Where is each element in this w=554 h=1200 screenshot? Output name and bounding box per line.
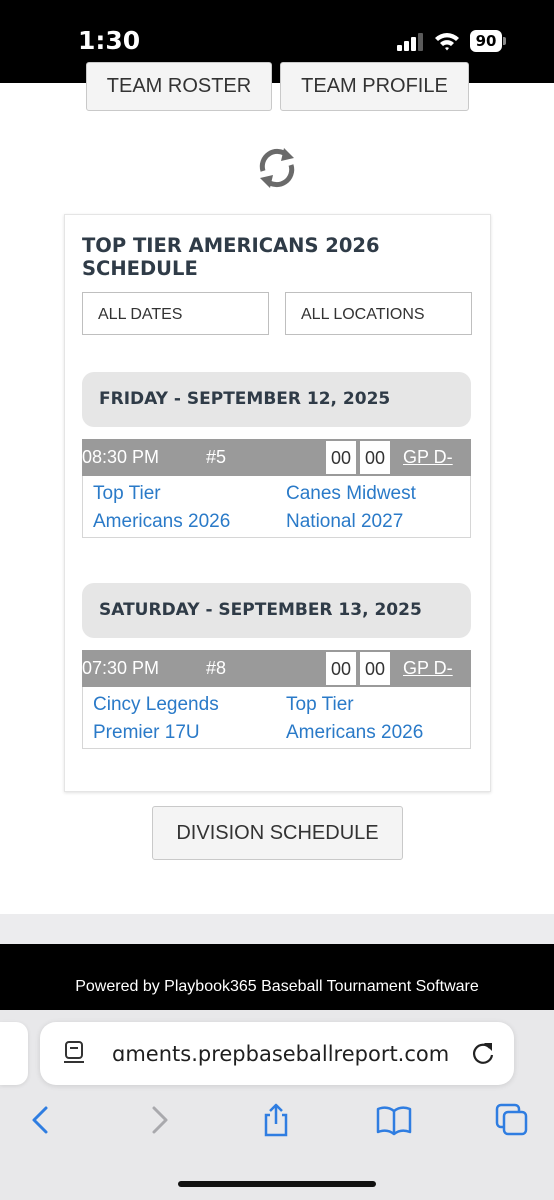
score-away: 00 xyxy=(359,440,391,475)
url-text: ɑments.prepbaseballreport.com xyxy=(112,1042,450,1066)
bookmarks-icon[interactable] xyxy=(376,1102,412,1138)
game-time: 08:30 PM xyxy=(82,447,160,467)
game-number: #8 xyxy=(206,658,227,678)
team-link-2[interactable]: Canes Midwest National 2027 xyxy=(286,480,456,536)
game-header: 07:30 PM #8 00 00 GP D-07 xyxy=(82,650,471,715)
share-icon[interactable] xyxy=(258,1102,294,1138)
battery-icon: 90 xyxy=(470,30,506,52)
page-menu-icon[interactable] xyxy=(62,1040,86,1066)
previous-tab-preview[interactable] xyxy=(0,1022,28,1085)
division-schedule-button[interactable]: DIVISION SCHEDULE xyxy=(152,806,403,860)
game-teams: Cincy Legends Premier 17U Top Tier Ameri… xyxy=(82,687,471,749)
team-link-2[interactable]: Top Tier Americans 2026 xyxy=(286,691,456,747)
cellular-signal-icon xyxy=(397,33,423,51)
team-roster-button[interactable]: TEAM ROSTER xyxy=(86,62,272,111)
game-teams: Top Tier Americans 2026 Canes Midwest Na… xyxy=(82,476,471,538)
game-number: #5 xyxy=(206,447,227,467)
tabs-icon[interactable] xyxy=(494,1102,530,1138)
score-home: 00 xyxy=(325,651,357,686)
date-filter-select[interactable]: ALL DATES xyxy=(82,292,269,335)
game-header: 08:30 PM #5 00 00 GP D-03 xyxy=(82,439,471,504)
forward-icon[interactable] xyxy=(142,1102,178,1138)
location-filter-select[interactable]: ALL LOCATIONS xyxy=(285,292,472,335)
address-bar[interactable]: ɑments.prepbaseballreport.com xyxy=(40,1022,514,1085)
wifi-icon xyxy=(435,33,459,51)
status-bar: 1:30 90 xyxy=(0,0,554,83)
status-time: 1:30 xyxy=(78,26,141,55)
day-heading: FRIDAY - SEPTEMBER 12, 2025 xyxy=(82,372,471,427)
team-profile-button[interactable]: TEAM PROFILE xyxy=(280,62,469,111)
team-link-1[interactable]: Cincy Legends Premier 17U xyxy=(93,691,263,747)
page-footer: Powered by Playbook365 Baseball Tourname… xyxy=(0,944,554,1014)
game-time: 07:30 PM xyxy=(82,658,160,678)
refresh-icon[interactable] xyxy=(254,145,300,191)
home-indicator xyxy=(178,1181,376,1187)
reload-icon[interactable] xyxy=(470,1040,496,1066)
score-away: 00 xyxy=(359,651,391,686)
schedule-title: TOP TIER AMERICANS 2026 SCHEDULE xyxy=(82,234,380,280)
team-link-1[interactable]: Top Tier Americans 2026 xyxy=(93,480,263,536)
day-heading: SATURDAY - SEPTEMBER 13, 2025 xyxy=(82,583,471,638)
back-icon[interactable] xyxy=(22,1102,58,1138)
score-home: 00 xyxy=(325,440,357,475)
footer-text: Powered by Playbook365 Baseball Tourname… xyxy=(75,978,479,995)
battery-level: 90 xyxy=(470,30,502,52)
page-divider xyxy=(0,914,554,944)
